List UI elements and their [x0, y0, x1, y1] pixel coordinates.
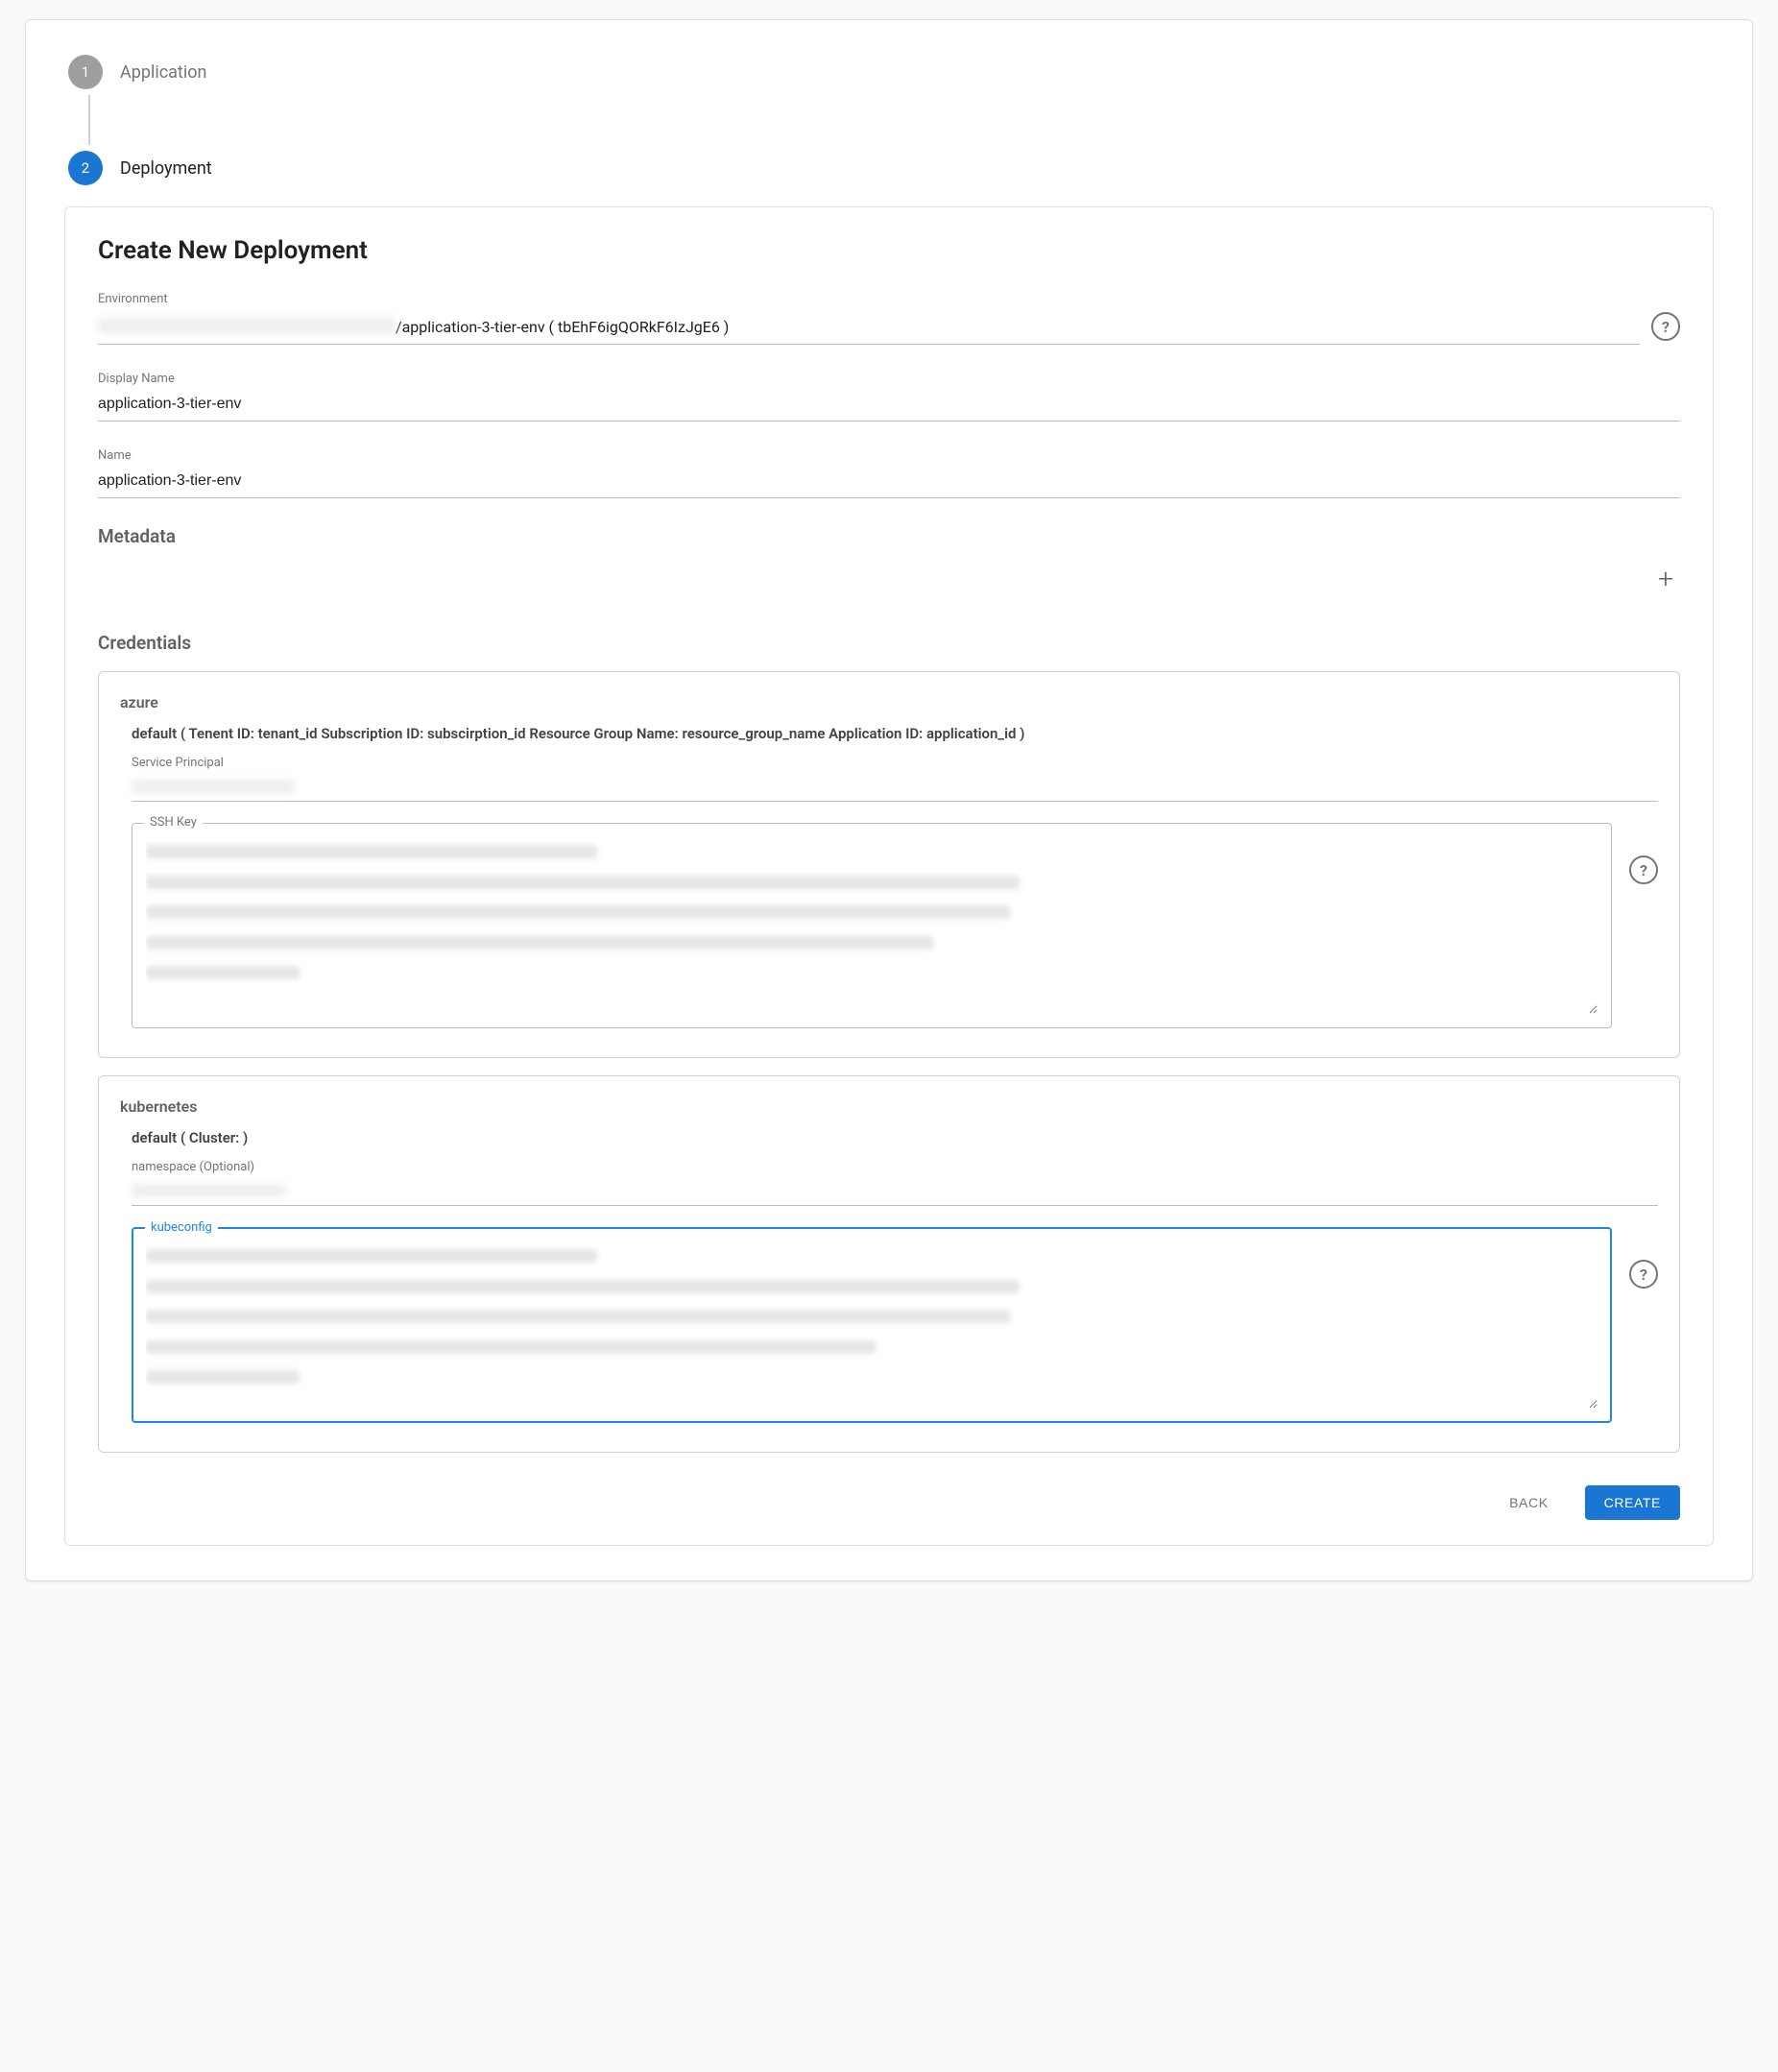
ssh-key-textarea[interactable]: SSH Key: [132, 823, 1612, 1028]
display-name-field: Display Name: [98, 372, 1680, 422]
environment-label: Environment: [98, 292, 1680, 306]
step-connector: [88, 95, 90, 145]
azure-credential-card: azure default ( Tenent ID: tenant_id Sub…: [98, 671, 1680, 1058]
step-application[interactable]: 1 Application: [68, 55, 1714, 89]
kubernetes-title: kubernetes: [120, 1097, 1658, 1116]
kubeconfig-textarea[interactable]: kubeconfig: [132, 1227, 1612, 1423]
credentials-heading: Credentials: [98, 632, 1680, 654]
name-input[interactable]: [98, 469, 1680, 498]
wizard-panel: 1 Application 2 Deployment Create New De…: [25, 19, 1753, 1581]
help-icon[interactable]: ?: [1629, 855, 1658, 884]
metadata-heading: Metadata: [98, 525, 1680, 547]
kubernetes-credential-card: kubernetes default ( Cluster: ) namespac…: [98, 1075, 1680, 1453]
help-icon[interactable]: ?: [1629, 1260, 1658, 1289]
card-title: Create New Deployment: [98, 236, 1680, 265]
service-principal-field: Service Principal xxxxxxxxxxxxxxxxxx: [132, 756, 1658, 802]
footer-actions: Back Create: [98, 1485, 1680, 1520]
service-principal-label: Service Principal: [132, 756, 1658, 770]
step-label-deployment: Deployment: [120, 158, 212, 179]
step-badge-1: 1: [68, 55, 103, 89]
azure-title: azure: [120, 693, 1658, 711]
environment-value[interactable]: xxxxxxxxxxxxxxxxxxxxxxxxxxxxxxx/applicat…: [98, 314, 1640, 345]
service-principal-value[interactable]: xxxxxxxxxxxxxxxxxx: [132, 774, 1658, 802]
display-name-input[interactable]: [98, 392, 1680, 422]
plus-icon: +: [1658, 566, 1673, 592]
namespace-field: namespace (Optional) xxxxxxxxxxxxxxxx: [132, 1160, 1658, 1206]
kubeconfig-label: kubeconfig: [145, 1220, 218, 1235]
namespace-label: namespace (Optional): [132, 1160, 1658, 1174]
name-label: Name: [98, 448, 1680, 463]
create-button[interactable]: Create: [1585, 1485, 1680, 1520]
step-label-application: Application: [120, 62, 206, 83]
help-icon[interactable]: ?: [1651, 312, 1680, 341]
ssh-key-content: [146, 841, 1598, 1014]
add-metadata-button[interactable]: +: [1651, 565, 1680, 593]
kubernetes-subtitle: default ( Cluster: ): [132, 1129, 1658, 1146]
ssh-key-label: SSH Key: [144, 815, 203, 830]
step-deployment[interactable]: 2 Deployment: [68, 151, 1714, 185]
stepper: 1 Application 2 Deployment: [64, 55, 1714, 185]
deployment-card: Create New Deployment Environment xxxxxx…: [64, 206, 1714, 1546]
display-name-label: Display Name: [98, 372, 1680, 386]
step-badge-2: 2: [68, 151, 103, 185]
environment-field: Environment xxxxxxxxxxxxxxxxxxxxxxxxxxxx…: [98, 292, 1680, 345]
kubeconfig-content: [146, 1245, 1598, 1409]
namespace-value[interactable]: xxxxxxxxxxxxxxxx: [132, 1178, 1658, 1206]
name-field: Name: [98, 448, 1680, 498]
back-button[interactable]: Back: [1490, 1485, 1568, 1520]
azure-subtitle: default ( Tenent ID: tenant_id Subscript…: [132, 725, 1658, 742]
